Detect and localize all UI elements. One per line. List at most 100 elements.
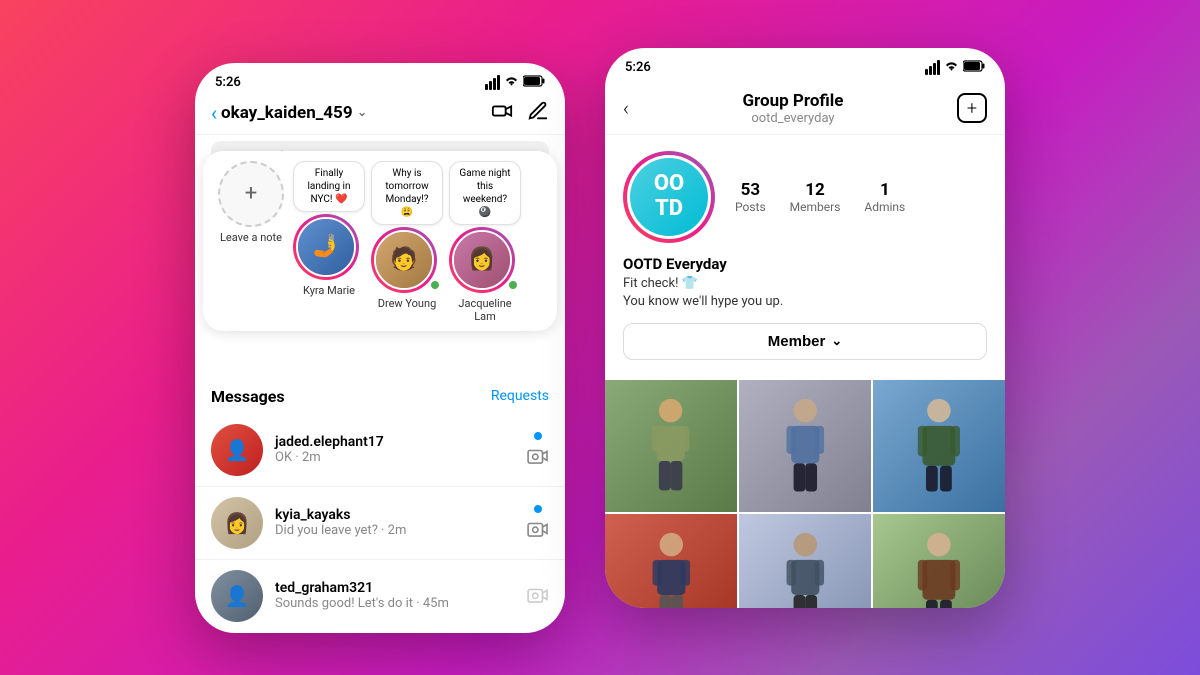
message-item-3[interactable]: 👤 ted_graham321 Sounds good! Let's do it… [195,560,565,632]
message-username-2: kyia_kayaks [275,507,515,523]
members-count: 12 [790,180,841,200]
signal-icon-right [925,60,940,75]
story-jacqueline[interactable]: Game night this weekend? 🎱 👩 Jacqueline … [449,161,521,323]
group-username: ootd_everyday [742,111,843,126]
story-self-label: Leave a note [220,231,282,244]
group-profile-title: Group Profile [742,91,843,111]
person-figure-1 [631,393,710,499]
message-username-3: ted_graham321 [275,580,515,596]
photo-grid [605,380,1005,608]
message-preview-1: OK · 2m [275,450,515,465]
camera-icon-2[interactable] [527,519,549,541]
group-header: ‹ Group Profile ootd_everyday + [605,81,1005,135]
time-right: 5:26 [625,60,651,75]
messages-title: Messages [211,387,285,406]
message-preview-3: Sounds good! Let's do it · 45m [275,596,515,611]
jacqueline-avatar-ring: 👩 [449,227,515,293]
add-to-group-button[interactable]: + [957,93,987,123]
jacqueline-label: Jacqueline Lam [449,297,521,323]
photo-cell-5[interactable] [739,514,871,608]
jacqueline-note: Game night this weekend? 🎱 [449,161,521,225]
photo-cell-6[interactable] [873,514,1005,608]
photo-cell-2[interactable] [739,380,871,512]
nav-bar-left: ‹ okay_kaiden_459 ⌄ [195,96,565,135]
message-right-2 [527,505,549,541]
nav-chevron[interactable]: ⌄ [357,105,368,120]
status-icons-left [485,75,545,90]
group-bio-line2: You know we'll hype you up. [623,293,987,311]
stories-row: + Leave a note Finally landing in NYC! ❤… [211,161,549,323]
message-avatar-3: 👤 [211,570,263,622]
photo-cell-4[interactable] [605,514,737,608]
admins-label: Admins [864,200,905,214]
camera-icon-3[interactable] [527,585,549,607]
video-camera-icon[interactable] [491,100,513,126]
message-right-1 [527,432,549,468]
message-avatar-1: 👤 [211,424,263,476]
battery-icon [523,75,545,90]
jacqueline-avatar: 👩 [452,230,512,290]
member-button[interactable]: Member ⌄ [623,323,987,360]
message-info-2: kyia_kayaks Did you leave yet? · 2m [275,507,515,538]
nav-left-section[interactable]: ‹ okay_kaiden_459 ⌄ [211,101,367,125]
plus-icon: + [245,183,257,205]
photo-cell-1[interactable] [605,380,737,512]
left-phone: 5:26 ‹ okay_kaiden_459 ⌄ [195,63,565,633]
profile-top: OO TD 53 Posts 12 Members 1 Admins [623,151,987,243]
story-kyra[interactable]: Finally landing in NYC! ❤️ 🤳 Kyra Marie [293,161,365,297]
add-note-button[interactable]: + [218,161,284,227]
story-self[interactable]: + Leave a note [215,161,287,244]
admins-count: 1 [864,180,905,200]
group-avatar-text: OO TD [654,172,684,220]
kyra-label: Kyra Marie [303,284,355,297]
status-bar-right: 5:26 [605,48,1005,81]
wifi-icon [504,75,519,90]
story-drew[interactable]: Why is tomorrow Monday!? 😩 🧑 Drew Young [371,161,443,310]
group-name: OOTD Everyday [623,255,987,273]
camera-icon-1[interactable] [527,446,549,468]
drew-avatar: 🧑 [374,230,434,290]
drew-online-indicator [429,279,441,291]
group-title-wrap: Group Profile ootd_everyday [742,91,843,126]
back-arrow-left[interactable]: ‹ [211,101,217,125]
requests-link[interactable]: Requests [491,388,549,404]
drew-label: Drew Young [378,297,437,310]
stat-posts: 53 Posts [735,180,766,214]
message-preview-2: Did you leave yet? · 2m [275,523,515,538]
group-avatar: OO TD [627,155,711,239]
drew-note: Why is tomorrow Monday!? 😩 [371,161,443,225]
message-item-2[interactable]: 👩 kyia_kayaks Did you leave yet? · 2m [195,487,565,559]
jacqueline-online-indicator [507,279,519,291]
member-button-label: Member [768,333,826,350]
message-avatar-2: 👩 [211,497,263,549]
right-phone: 5:26 ‹ Group Profile ootd_everyday + [605,48,1005,608]
kyra-avatar-ring: 🤳 [293,214,359,280]
back-arrow-right[interactable]: ‹ [623,96,629,120]
message-right-3 [527,585,549,607]
person-figure-6 [896,527,982,607]
nav-username[interactable]: okay_kaiden_459 [221,103,353,123]
status-icons-right [925,60,985,75]
plus-icon-right: + [967,98,977,119]
members-label: Members [790,200,841,214]
message-item-1[interactable]: 👤 jaded.elephant17 OK · 2m [195,414,565,486]
kyra-avatar: 🤳 [296,217,356,277]
group-avatar-ring: OO TD [623,151,715,243]
message-info-1: jaded.elephant17 OK · 2m [275,434,515,465]
posts-label: Posts [735,200,766,214]
unread-dot-2 [534,505,542,513]
message-info-3: ted_graham321 Sounds good! Let's do it ·… [275,580,515,611]
stories-container: + Leave a note Finally landing in NYC! ❤… [203,151,557,331]
stats-row: 53 Posts 12 Members 1 Admins [735,180,905,214]
photo-cell-3[interactable] [873,380,1005,512]
time-left: 5:26 [215,75,241,90]
nav-icons-left [491,100,549,126]
stat-members: 12 Members [790,180,841,214]
battery-icon-right [963,60,985,75]
unread-dot-1 [534,432,542,440]
signal-icon [485,75,500,90]
wifi-icon-right [944,60,959,75]
message-username-1: jaded.elephant17 [275,434,515,450]
edit-icon[interactable] [527,100,549,126]
posts-count: 53 [735,180,766,200]
